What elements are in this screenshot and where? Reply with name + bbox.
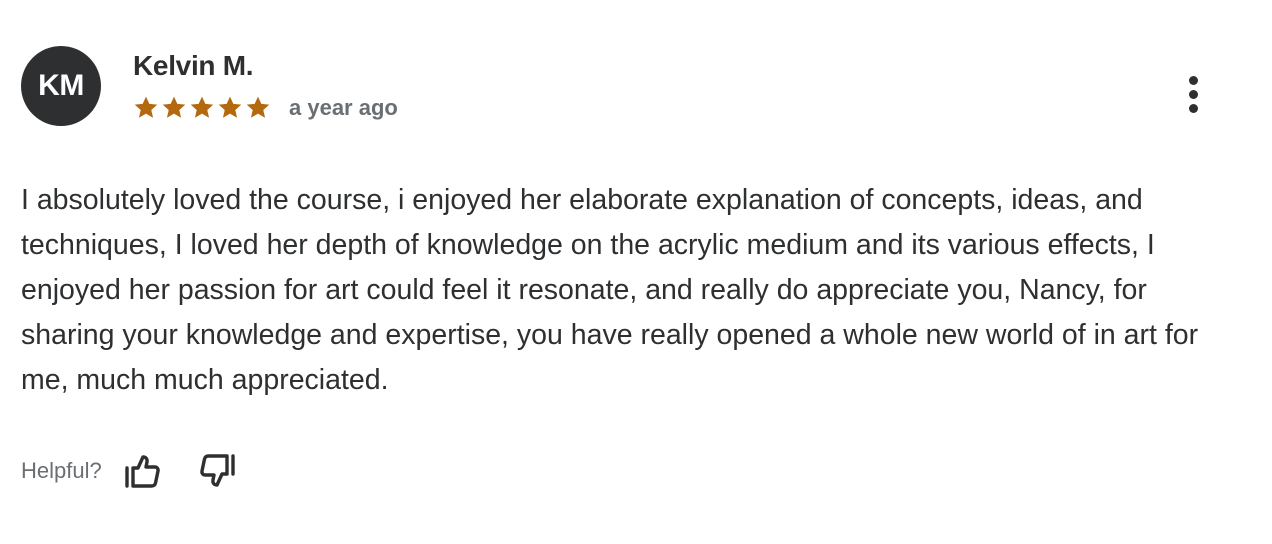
review-text: I absolutely loved the course, i enjoyed…	[21, 184, 1199, 396]
thumbs-down-button[interactable]	[198, 451, 238, 491]
thumbs-down-icon	[199, 454, 235, 487]
star-icon	[134, 96, 158, 118]
reviewer-name: Kelvin M.	[133, 50, 254, 81]
more-options-button[interactable]	[1179, 74, 1207, 114]
more-vertical-icon	[1188, 75, 1198, 85]
review-header: KM Kelvin M. a year ago	[21, 46, 1251, 128]
thumbs-up-icon	[125, 455, 160, 488]
helpful-label: Helpful?	[21, 458, 102, 483]
star-icon	[218, 96, 242, 118]
star-icon	[246, 96, 270, 118]
review-card: KM Kelvin M. a year ago I absolutely lov…	[21, 46, 1251, 491]
star-icon	[190, 96, 214, 118]
avatar-initials: KM	[38, 69, 84, 102]
review-date: a year ago	[289, 95, 398, 120]
star-icon	[162, 96, 186, 118]
rating-row: a year ago	[133, 94, 398, 122]
helpful-row: Helpful?	[21, 451, 1251, 491]
thumbs-up-button[interactable]	[122, 451, 162, 491]
avatar: KM	[21, 46, 101, 126]
more-vertical-icon-dot	[1188, 103, 1198, 113]
star-rating	[133, 95, 271, 121]
more-vertical-icon-dot	[1188, 89, 1198, 99]
